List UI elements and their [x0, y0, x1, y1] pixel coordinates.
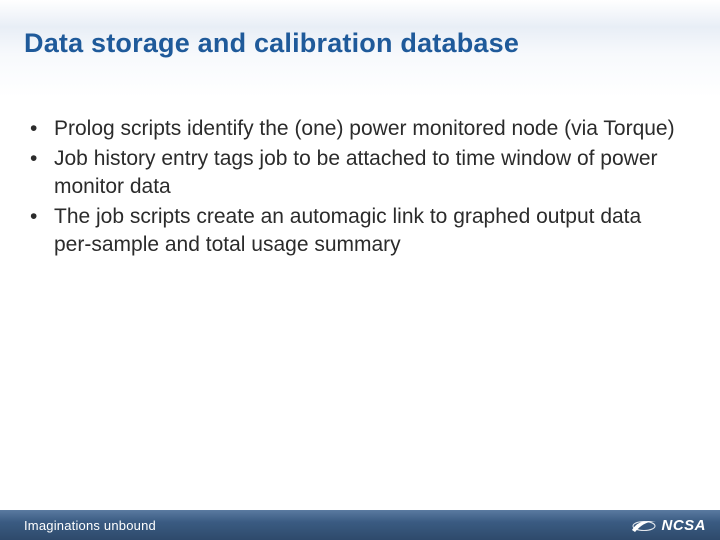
bullet-text: Job history entry tags job to be attache…	[50, 145, 680, 201]
slide-title: Data storage and calibration database	[24, 28, 519, 59]
slide: Data storage and calibration database • …	[0, 0, 720, 540]
logo-swoosh-icon	[631, 516, 657, 534]
logo-text: NCSA	[661, 517, 706, 534]
bullet-list: • Prolog scripts identify the (one) powe…	[28, 115, 680, 261]
bullet-icon: •	[28, 203, 50, 231]
bullet-text: Prolog scripts identify the (one) power …	[50, 115, 675, 143]
footer-tagline: Imaginations unbound	[24, 518, 156, 533]
list-item: • The job scripts create an automagic li…	[28, 203, 680, 259]
footer-bar: Imaginations unbound NCSA	[0, 510, 720, 540]
bullet-text: The job scripts create an automagic link…	[50, 203, 680, 259]
list-item: • Job history entry tags job to be attac…	[28, 145, 680, 201]
ncsa-logo: NCSA	[631, 516, 706, 534]
bullet-icon: •	[28, 145, 50, 173]
bullet-icon: •	[28, 115, 50, 143]
list-item: • Prolog scripts identify the (one) powe…	[28, 115, 680, 143]
